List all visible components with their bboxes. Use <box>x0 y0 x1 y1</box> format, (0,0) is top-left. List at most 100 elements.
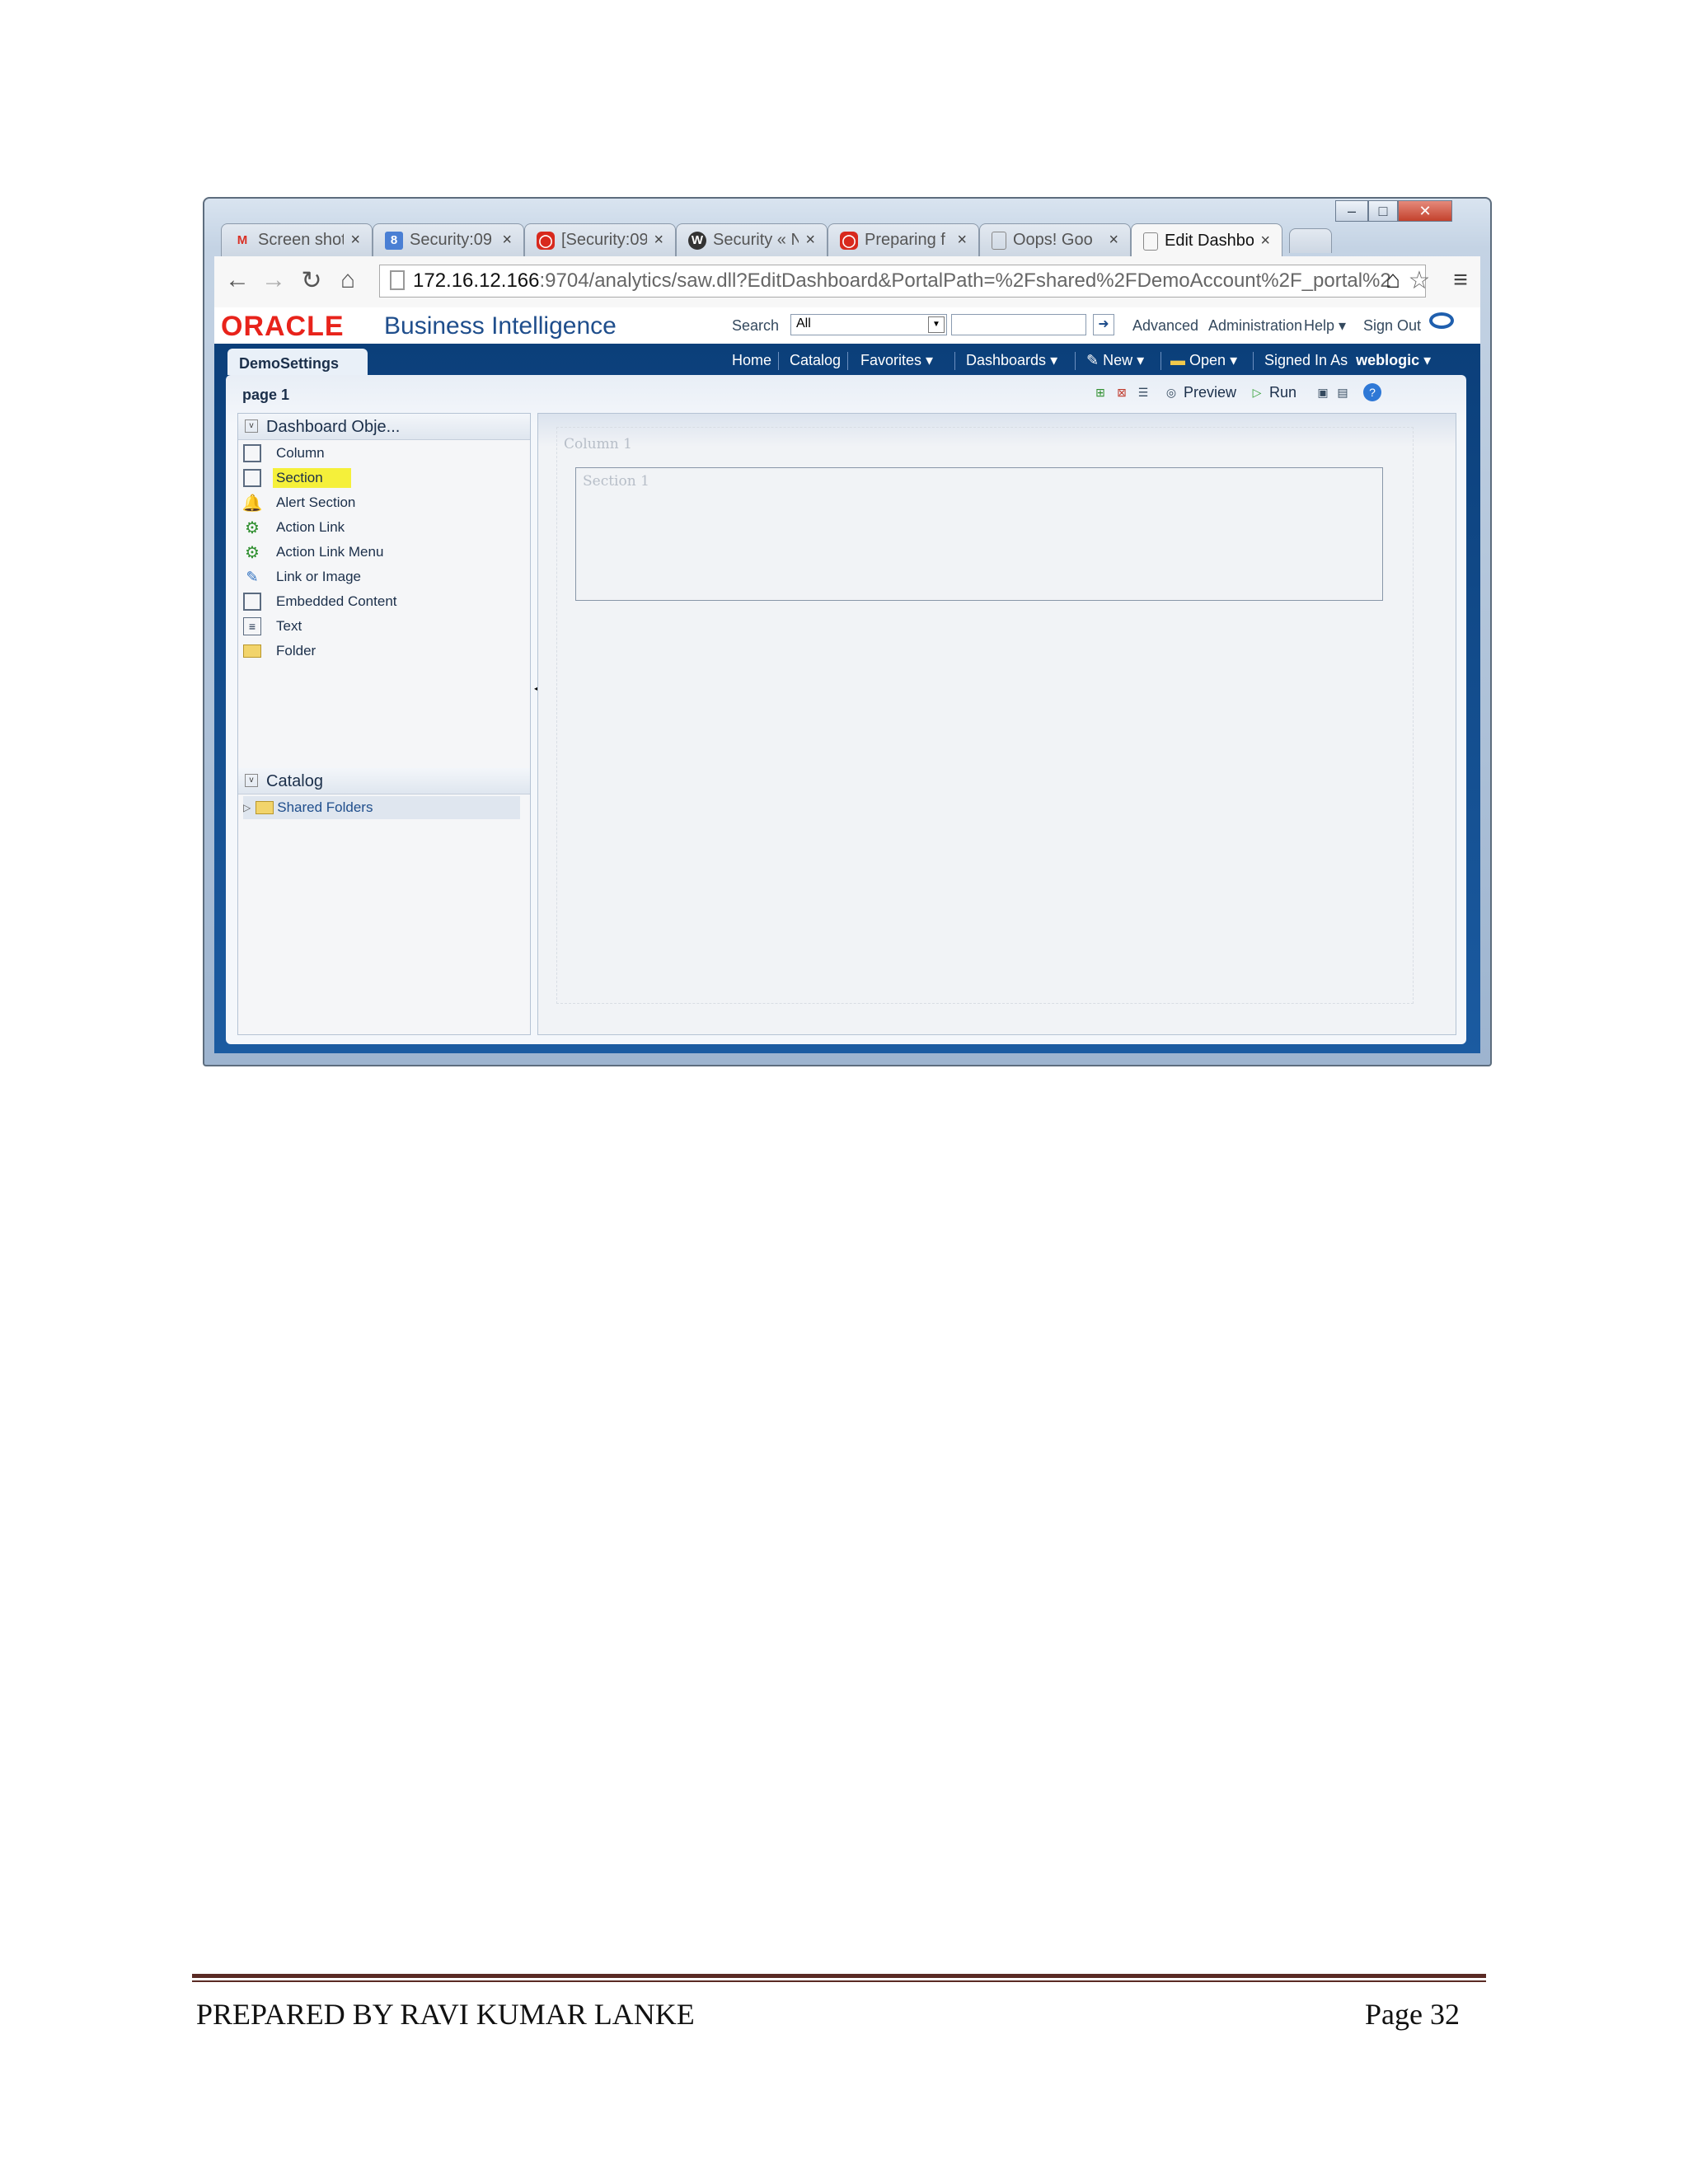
column-icon <box>243 444 261 462</box>
home-extension-icon[interactable]: ⌂ <box>1378 266 1408 294</box>
maximize-button[interactable]: □ <box>1368 200 1398 222</box>
browser-tab-strip: M Screen shot × 8 Security:09 × ◯ [Secur… <box>221 223 1457 258</box>
help-icon[interactable]: ? <box>1363 383 1381 401</box>
reload-icon[interactable]: ↻ <box>297 266 326 295</box>
obi-workspace: DemoSettings Home Catalog Favorites ▾ Da… <box>214 344 1480 1053</box>
save-as-icon[interactable]: ▤ <box>1334 383 1352 401</box>
new-item-icon: ✎ <box>1086 352 1100 368</box>
close-tab-icon[interactable]: × <box>957 231 967 250</box>
object-action-link[interactable]: ⚙ Action Link <box>243 516 345 539</box>
delete-page-icon[interactable]: ⊠ <box>1113 383 1131 401</box>
collapse-icon[interactable]: v <box>245 774 258 787</box>
preview-button[interactable]: Preview <box>1184 384 1236 401</box>
nav-divider <box>778 352 779 370</box>
oracle-icon: ◯ <box>537 231 555 250</box>
object-link-or-image[interactable]: ✎ Link or Image <box>243 565 361 588</box>
object-label: Text <box>276 618 302 634</box>
section-1[interactable]: Section 1 <box>575 467 1383 601</box>
object-folder[interactable]: Folder <box>243 640 316 663</box>
nav-dashboards[interactable]: Dashboards ▾ <box>966 352 1057 369</box>
page-tab[interactable]: page 1 <box>242 387 289 404</box>
search-label: Search <box>732 317 780 334</box>
close-window-button[interactable]: ✕ <box>1398 200 1452 222</box>
preview-icon[interactable]: ◎ <box>1162 383 1180 401</box>
username: weblogic <box>1356 352 1420 368</box>
save-icon[interactable]: ▣ <box>1314 383 1332 401</box>
object-label: Action Link Menu <box>276 544 384 560</box>
signed-in-as[interactable]: Signed In As weblogic ▾ <box>1264 352 1431 369</box>
object-action-link-menu[interactable]: ⚙ Action Link Menu <box>243 541 383 564</box>
url-field[interactable]: 172.16.12.166:9704/analytics/saw.dll?Edi… <box>379 265 1426 298</box>
catalog-header[interactable]: v Catalog <box>238 768 530 794</box>
collapse-icon[interactable]: v <box>245 419 258 433</box>
nav-home[interactable]: Home <box>732 352 771 369</box>
page-options-icon[interactable]: ☰ <box>1134 383 1152 401</box>
home-icon[interactable]: ⌂ <box>333 266 363 294</box>
link-image-icon: ✎ <box>246 568 259 585</box>
close-tab-icon[interactable]: × <box>1260 232 1270 251</box>
sign-out-link[interactable]: Sign Out <box>1363 317 1421 335</box>
expand-icon[interactable]: ▷ <box>243 802 251 813</box>
back-icon[interactable]: ← <box>223 266 252 294</box>
layout-canvas: Column 1 Section 1 <box>537 413 1456 1035</box>
menu-icon[interactable]: ≡ <box>1446 266 1475 294</box>
catalog-item-shared-folders[interactable]: ▷ Shared Folders <box>243 796 520 819</box>
oracle-logo: ORACLE <box>221 311 345 342</box>
forward-icon[interactable]: → <box>259 266 288 294</box>
close-tab-icon[interactable]: × <box>805 231 815 250</box>
dashboard-tab[interactable]: DemoSettings <box>227 349 368 375</box>
action-link-icon: ⚙ <box>245 518 260 537</box>
chevron-down-icon: ▼ <box>928 316 945 333</box>
object-embedded-content[interactable]: Embedded Content <box>243 590 397 613</box>
browser-tab[interactable]: ◯ Preparing f × <box>828 223 979 256</box>
nav-catalog[interactable]: Catalog <box>790 352 841 369</box>
object-text[interactable]: ≡ Text <box>243 615 302 638</box>
footer-rule-thin <box>192 1980 1486 1982</box>
object-alert-section[interactable]: 🔔 Alert Section <box>241 491 356 514</box>
close-tab-icon[interactable]: × <box>1109 231 1118 250</box>
search-scope-select[interactable]: All ▼ <box>790 314 947 335</box>
object-column[interactable]: Column <box>243 442 325 465</box>
browser-tab[interactable]: ◯ [Security:09 × <box>524 223 676 256</box>
search-input[interactable] <box>951 314 1086 335</box>
new-tab-button[interactable] <box>1289 228 1332 253</box>
close-tab-icon[interactable]: × <box>350 231 360 250</box>
footer-rule-thick <box>192 1974 1486 1978</box>
object-label: Folder <box>276 643 316 658</box>
search-scope-value: All <box>796 316 811 330</box>
minimize-button[interactable]: – <box>1335 200 1368 222</box>
footer-author: PREPARED BY RAVI KUMAR LANKE <box>196 1998 695 2031</box>
page-icon <box>992 231 1006 250</box>
browser-tab[interactable]: Oops! Goo × <box>979 223 1131 256</box>
global-navbar: DemoSettings Home Catalog Favorites ▾ Da… <box>214 344 1480 375</box>
catalog-item-label: Shared Folders <box>277 799 373 815</box>
browser-tab-active[interactable]: Edit Dashbo × <box>1131 223 1282 258</box>
column-1[interactable]: Column 1 Section 1 <box>556 427 1414 1004</box>
add-page-icon[interactable]: ⊞ <box>1091 383 1109 401</box>
search-go-icon[interactable]: ➜ <box>1093 314 1114 335</box>
nav-open[interactable]: ▬ Open ▾ <box>1170 352 1237 369</box>
tab-label: [Security:09 <box>561 231 648 249</box>
bell-icon: 🔔 <box>241 494 263 513</box>
folder-icon <box>256 801 274 814</box>
close-tab-icon[interactable]: × <box>502 231 512 250</box>
dashboard-objects-header[interactable]: v Dashboard Obje... <box>238 414 530 440</box>
close-tab-icon[interactable]: × <box>654 231 663 250</box>
action-link-menu-icon: ⚙ <box>245 543 260 562</box>
object-label: Action Link <box>276 519 345 535</box>
browser-tab[interactable]: M Screen shot × <box>221 223 373 256</box>
administration-link[interactable]: Administration <box>1208 317 1302 335</box>
advanced-link[interactable]: Advanced <box>1132 317 1198 335</box>
product-title: Business Intelligence <box>384 312 617 340</box>
help-menu[interactable]: Help ▾ <box>1304 317 1346 335</box>
run-icon[interactable]: ▷ <box>1248 383 1266 401</box>
browser-tab[interactable]: W Security « N × <box>676 223 828 256</box>
editor-toolbar: page 1 ⊞ ⊠ ☰ ◎ Preview ▷ Run ▣ ▤ ? <box>226 375 1466 408</box>
browser-tab[interactable]: 8 Security:09 × <box>373 223 524 256</box>
nav-favorites[interactable]: Favorites ▾ <box>860 352 933 369</box>
bookmark-star-icon[interactable]: ☆ <box>1404 266 1434 295</box>
nav-new[interactable]: ✎ New ▾ <box>1086 352 1144 369</box>
object-section[interactable]: Section <box>243 466 351 490</box>
run-button[interactable]: Run <box>1269 384 1296 401</box>
folder-icon <box>243 644 261 658</box>
